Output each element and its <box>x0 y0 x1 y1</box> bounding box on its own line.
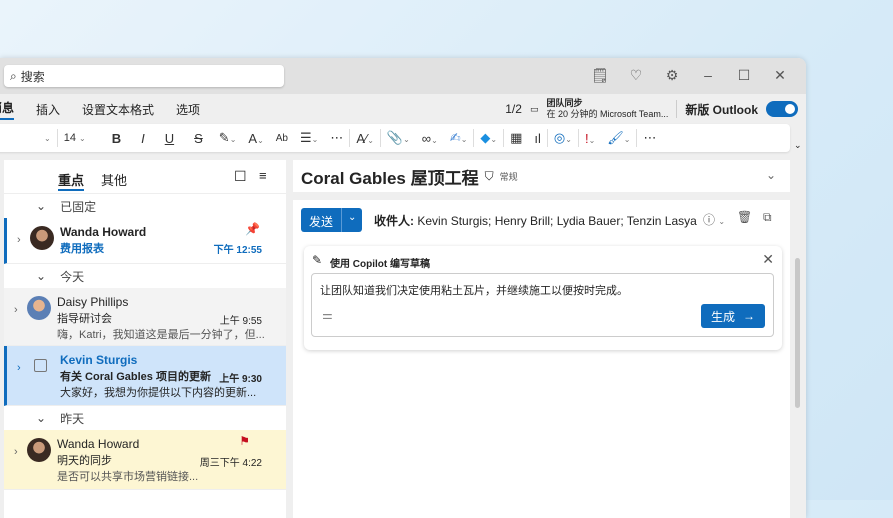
format-toolbar: ⌄ 14 ⌄ B I U S ✎⌄ A⌄ Ab ☰⌄ ⋯ A⁄⌄ 📎⌄ ∞⌄ ✍… <box>0 124 790 152</box>
close-icon[interactable]: ✕ <box>762 67 798 84</box>
styles-icon[interactable]: Ab <box>270 133 294 144</box>
chart-icon[interactable]: ıl <box>528 131 547 146</box>
title-bar: ⌕ 搜索 🗒 ♡ ⚙ – ☐ ✕ <box>0 58 806 94</box>
strikethrough-icon[interactable]: S <box>184 131 213 146</box>
search-icon: ⌕ <box>10 68 17 83</box>
copilot-icon[interactable]: ◆⌄ <box>474 130 503 146</box>
calendar-icon: ▭ <box>529 103 539 114</box>
ribbon-tabs: 消息 插入 设置文本格式 选项 1/2 ▭ 团队同步在 20 分钟的 Micro… <box>0 94 806 124</box>
meeting-count: 1/2 <box>505 102 522 116</box>
compose-area: 发送 ⌄ 收件人: Kevin Sturgis; Henry Brill; Ly… <box>293 200 790 518</box>
group-today[interactable]: ⌄ 今天 <box>4 264 286 288</box>
lightbulb-icon[interactable]: ♡ <box>618 67 654 84</box>
send-button[interactable]: 发送 <box>301 208 343 232</box>
meeting-reminder[interactable]: 团队同步在 20 分钟的 Microsoft Team... <box>546 98 668 120</box>
list-item[interactable]: › Wanda Howard 费用报表 📌 下午 12:55 <box>4 218 286 264</box>
message-subject: Coral Gables 屋顶工程 <box>301 168 479 188</box>
font-size-select[interactable]: 14 ⌄ <box>58 132 102 144</box>
bold-icon[interactable]: B <box>102 131 131 146</box>
apps-icon[interactable]: ▦ <box>504 130 528 146</box>
minimize-icon[interactable]: – <box>690 67 726 84</box>
outlook-window: ⌕搜索 🗒♡⚙–☐✕ 消息 插入 设置文本格式 选项 1/2 ▭ 团队同步在 2… <box>0 58 806 518</box>
more-icon[interactable]: ⋯ <box>324 130 349 146</box>
format-painter-icon[interactable]: 🖌⌄ <box>601 130 636 146</box>
list-item[interactable]: › Kevin Sturgis 有关 Coral Gables 项目的更新 上午… <box>4 346 286 406</box>
delete-icon[interactable]: 🗑 <box>737 210 752 224</box>
select-icon[interactable]: ☐ <box>234 168 247 185</box>
avatar <box>27 296 51 320</box>
attach-icon[interactable]: 📎⌄ <box>381 130 416 146</box>
italic-icon[interactable]: I <box>131 131 155 146</box>
new-outlook-toggle[interactable] <box>766 101 798 117</box>
new-outlook-label: 新版 Outlook <box>685 102 758 117</box>
settings-sliders-icon[interactable]: ⚌ <box>322 308 333 322</box>
font-color-icon[interactable]: A⌄ <box>242 131 269 146</box>
copilot-pen-icon: ✎ <box>312 253 323 267</box>
tab-insert[interactable]: 插入 <box>36 101 60 118</box>
font-dropdown[interactable]: ⌄ <box>0 134 57 143</box>
link-icon[interactable]: ∞⌄ <box>416 131 444 146</box>
tab-options[interactable]: 选项 <box>176 101 200 118</box>
paragraph-icon[interactable]: ☰⌄ <box>294 130 324 146</box>
collapse-icon[interactable]: ⌄ <box>766 168 776 182</box>
group-pinned[interactable]: ⌄ 已固定 <box>4 194 286 218</box>
maximize-icon[interactable]: ☐ <box>726 67 762 84</box>
filter-icon[interactable]: ≡ <box>259 168 267 183</box>
help-icon[interactable]: ⓘ ⌄ <box>703 211 725 228</box>
tab-focused[interactable]: 重点 <box>58 170 85 191</box>
avatar <box>27 438 51 462</box>
arrow-right-icon: → <box>743 309 755 323</box>
importance-icon[interactable]: !⌄ <box>579 131 601 146</box>
editor-icon[interactable]: A⁄⌄ <box>350 131 380 146</box>
sensitivity-label[interactable]: 常规 <box>500 170 518 183</box>
list-item[interactable]: › Daisy Phillips 指导研讨会 上午 9:55 嗨，Katri，我… <box>4 288 286 346</box>
highlight-icon[interactable]: ✎⌄ <box>213 130 243 146</box>
expand-ribbon-icon[interactable]: ⌄ <box>794 140 802 151</box>
close-icon[interactable]: ✕ <box>762 251 774 268</box>
checkbox[interactable] <box>34 359 47 372</box>
flag-icon[interactable]: ⚑ <box>239 434 250 448</box>
gear-icon[interactable]: ⚙ <box>654 67 690 84</box>
reading-pane: Coral Gables 屋顶工程 ⛉ 常规 ⌄ 发送 ⌄ 收件人: Kevin… <box>293 160 790 518</box>
todo-icon[interactable]: 🗒 <box>582 67 618 84</box>
scrollbar[interactable] <box>795 258 800 408</box>
underline-icon[interactable]: U <box>155 131 184 146</box>
tab-format-text[interactable]: 设置文本格式 <box>82 101 154 118</box>
recipients[interactable]: 收件人: Kevin Sturgis; Henry Brill; Lydia B… <box>374 212 697 229</box>
avatar <box>30 226 54 250</box>
shield-icon: ⛉ <box>484 168 494 183</box>
tab-other[interactable]: 其他 <box>101 170 127 189</box>
copilot-draft-panel: ✎ 使用 Copilot 编写草稿 ✕ 让团队知道我们决定使用粘土瓦片，并继续施… <box>304 246 782 350</box>
tab-message[interactable]: 消息 <box>0 99 15 120</box>
group-yesterday[interactable]: ⌄ 昨天 <box>4 406 286 430</box>
pin-icon[interactable]: 📌 <box>245 222 260 236</box>
list-item[interactable]: › Wanda Howard 明天的同步 ⚑ 周三下午 4:22 是否可以共享市… <box>4 430 286 490</box>
signature-icon[interactable]: ✍⌄ <box>444 130 474 146</box>
popout-icon[interactable]: ⧉ <box>763 210 772 225</box>
copilot-prompt-input[interactable]: 让团队知道我们决定使用粘土瓦片，并继续施工以便按时完成。 ⚌ 生成 → <box>311 273 774 337</box>
message-list: 重点 其他 ☐ ≡ ⌄ 已固定 › Wanda Howard 费用报表 📌 下午 … <box>4 160 286 518</box>
search-input[interactable]: ⌕ 搜索 <box>4 65 284 87</box>
generate-button[interactable]: 生成 → <box>701 304 765 328</box>
immersive-reader-icon[interactable]: ◎⌄ <box>548 130 578 146</box>
copilot-title: 使用 Copilot 编写草稿 <box>330 259 430 270</box>
more-options-icon[interactable]: ⋯ <box>637 130 662 146</box>
send-options-icon[interactable]: ⌄ <box>342 208 362 232</box>
